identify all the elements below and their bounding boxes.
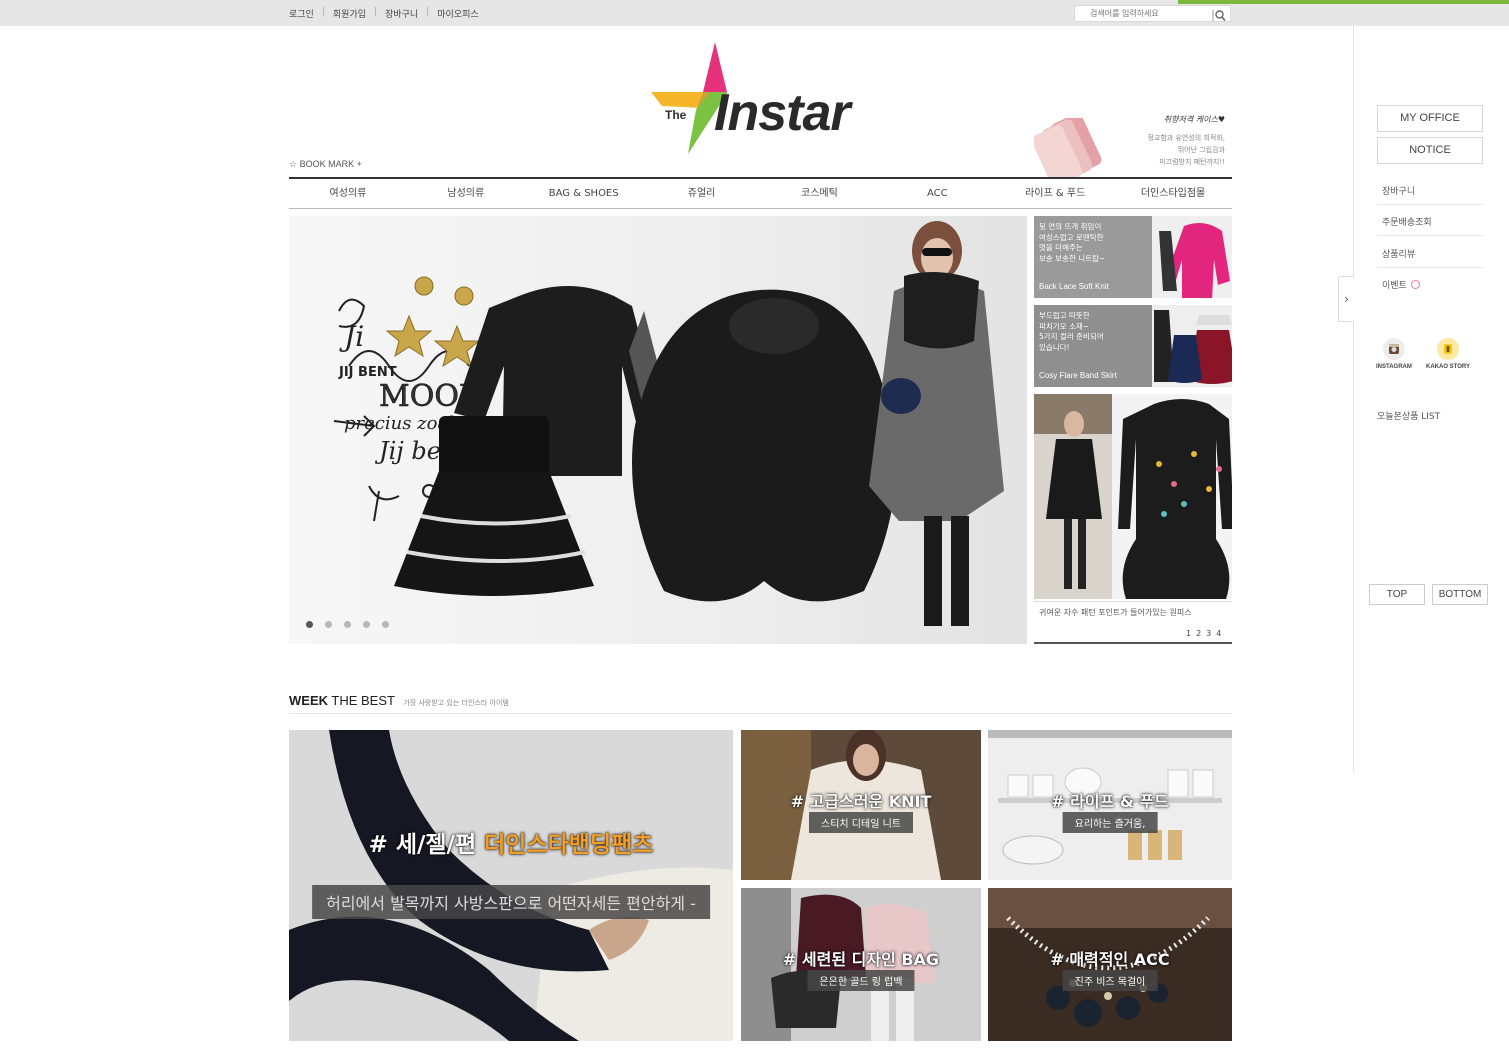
nav-item-instar-mall[interactable]: 더인스타입점몰 <box>1114 179 1232 208</box>
week-best-tile-knit[interactable]: # 고급스러운 KNIT 스티치 디테일 니트 <box>741 730 981 880</box>
side-banner-knit[interactable]: 뒷 면의 뜨개 취임이 여성스럽고 로맨틱한 멋을 더해주는 보송 보송한 니트… <box>1034 216 1232 298</box>
section-title: WEEK THE BEST 가장 사랑받고 있는 더인스타 아이템 <box>289 693 509 708</box>
nav-item-life-food[interactable]: 라이프 & 푸드 <box>996 179 1114 208</box>
kakao-story-label: KAKAO STORY <box>1426 364 1471 370</box>
week-best-tile-life[interactable]: # 라이프 & 푸드 요리하는 즐거움, <box>988 730 1232 880</box>
slider-dot[interactable] <box>344 621 351 628</box>
quick-link-label: 주문배송조회 <box>1382 218 1432 228</box>
banner-caption: Cosy Flare Band Skirt <box>1039 371 1117 380</box>
myoffice-link[interactable]: 마이오피스 <box>437 7 478 20</box>
nav-item-men[interactable]: 남성의류 <box>407 179 525 208</box>
heading-highlight: 더인스타밴딩팬츠 <box>484 832 654 858</box>
search-icon[interactable] <box>1212 7 1226 22</box>
search-box <box>1074 5 1231 22</box>
nav-item-bag-shoes[interactable]: BAG & SHOES <box>525 179 643 208</box>
quick-link-cart[interactable]: 장바구니 <box>1377 174 1483 205</box>
logo-prefix: The <box>665 108 687 122</box>
tile-heading: # 세련된 디자인 BAG <box>782 950 940 969</box>
side-banner-dress[interactable] <box>1034 394 1232 599</box>
tile-heading: # 고급스러운 KNIT <box>790 792 932 811</box>
bottom-button[interactable]: BOTTOM <box>1432 584 1488 605</box>
site-logo[interactable]: The Instar <box>648 40 878 156</box>
title-rest: THE BEST <box>331 693 395 708</box>
tile-caption: 은은한 골드 링 럽백 <box>807 970 915 991</box>
my-office-button[interactable]: MY OFFICE <box>1377 105 1483 132</box>
divider <box>1034 642 1232 644</box>
quick-link-label: 이벤트 <box>1382 281 1407 291</box>
quick-menu-toggle[interactable]: › <box>1338 276 1354 322</box>
nav-item-cosmetic[interactable]: 코스메틱 <box>761 179 879 208</box>
quick-menu-rail <box>1353 26 1354 772</box>
dress-image <box>1034 394 1232 599</box>
star-icon: ☆ <box>289 159 298 169</box>
instagram-link[interactable]: INSTAGRAM <box>1376 338 1412 370</box>
banner-caption: Back Lace Soft Knit <box>1039 282 1109 291</box>
logo-wordmark: Instar <box>714 84 851 142</box>
quick-link-review[interactable]: 상품리뷰 <box>1377 237 1483 268</box>
separator: | <box>321 7 325 17</box>
quick-link-label: 상품리뷰 <box>1382 250 1416 260</box>
main-slider[interactable]: Ji JIJ BENT MOOI precius zoals Jij ben <box>289 216 1027 644</box>
slider-dot[interactable] <box>382 621 389 628</box>
banner-text: 뒷 면의 뜨개 취임이 여성스럽고 로맨틱한 멋을 더해주는 보송 보송한 니트… <box>1039 222 1106 263</box>
svg-text:JIJ BENT: JIJ BENT <box>338 365 397 380</box>
nav-item-women[interactable]: 여성의류 <box>289 179 407 208</box>
promo-text: 정교함과 유연성의 최적화, 뛰어난 그립감과 미끄럼방지 패턴까지!! <box>1147 134 1225 166</box>
top-button[interactable]: TOP <box>1369 584 1425 605</box>
signup-link[interactable]: 회원가입 <box>333 7 366 20</box>
tile-heading: # 라이프 & 푸드 <box>1051 792 1169 811</box>
side-banner-skirt[interactable]: 부드럽고 따뜻한 피치기모 소재~ 5가지 컬러 준비되어 있습니다! Cosy… <box>1034 305 1232 387</box>
instagram-label: INSTAGRAM <box>1376 364 1412 370</box>
promo-title: 취향저격 케이스♥ <box>1163 115 1225 124</box>
tile-caption: 스티치 디테일 니트 <box>809 812 913 833</box>
slider-dot[interactable] <box>306 621 313 628</box>
side-banner-pager[interactable]: 1234 <box>1186 629 1226 638</box>
separator: | <box>426 7 430 17</box>
bookmark-link[interactable]: ☆ BOOK MARK + <box>289 159 362 170</box>
slider-dot[interactable] <box>325 621 332 628</box>
section-subtitle: 가장 사랑받고 있는 더인스타 아이템 <box>403 699 509 707</box>
nav-item-jewelry[interactable]: 쥬얼리 <box>643 179 761 208</box>
event-badge-icon <box>1410 280 1420 289</box>
accent-bar <box>1178 0 1509 4</box>
bookmark-label: BOOK MARK + <box>299 159 362 169</box>
tile-caption: 허리에서 발목까지 사방스판으로 어떤자세든 편안하게 - <box>312 885 710 919</box>
svg-text:Ji: Ji <box>339 320 364 353</box>
week-best-tile-acc[interactable]: # 매력적인 ACC 진주 비즈 목걸이 <box>988 888 1232 1041</box>
login-link[interactable]: 로그인 <box>289 7 314 20</box>
header-promo-banner[interactable]: 취향저격 케이스♥ 정교함과 유연성의 최적화, 뛰어난 그립감과 미끄럼방지 … <box>1034 110 1232 178</box>
banner-text: 부드럽고 따뜻한 피치기모 소재~ 5가지 컬러 준비되어 있습니다! <box>1039 311 1104 352</box>
slider-dot[interactable] <box>363 621 370 628</box>
main-navigation: 여성의류 남성의류 BAG & SHOES 쥬얼리 코스메틱 ACC 라이프 &… <box>289 177 1232 209</box>
week-best-tile-pants[interactable]: # 세/젤/편 더인스타밴딩팬츠 허리에서 발목까지 사방스판으로 어떤자세든 … <box>289 730 733 1041</box>
divider <box>289 713 1232 714</box>
kakao-story-link[interactable]: KAKAO STORY <box>1426 338 1470 370</box>
week-best-tile-bag[interactable]: # 세련된 디자인 BAG 은은한 골드 링 럽백 <box>741 888 981 1041</box>
search-input[interactable] <box>1075 6 1209 21</box>
tile-caption: 요리하는 즐거움, <box>1062 812 1158 833</box>
quick-link-order[interactable]: 주문배송조회 <box>1377 205 1483 236</box>
recently-viewed-list[interactable]: 오늘본상품 LIST <box>1377 409 1440 422</box>
title-bold: WEEK <box>289 693 328 708</box>
utility-links: 로그인 | 회원가입 | 장바구니 | 마이오피스 <box>289 7 479 20</box>
banner-caption: 귀여운 자수 패턴 포인트가 들어가있는 원피스 <box>1034 601 1232 623</box>
slide-image: Ji JIJ BENT MOOI precius zoals Jij ben <box>333 221 1004 626</box>
nav-item-acc[interactable]: ACC <box>878 179 996 208</box>
kakao-story-icon <box>1437 338 1459 360</box>
quick-link-label: 장바구니 <box>1382 187 1416 197</box>
heading-prefix: # 세/젤/편 <box>368 832 485 858</box>
cart-link[interactable]: 장바구니 <box>385 7 418 20</box>
instagram-icon <box>1382 338 1405 360</box>
quick-link-event[interactable]: 이벤트 <box>1377 268 1483 299</box>
phone-case-image <box>1034 118 1102 178</box>
slider-pagination <box>306 621 389 628</box>
tile-caption: 진주 비즈 목걸이 <box>1062 970 1158 991</box>
tile-heading: # 매력적인 ACC <box>1050 950 1170 969</box>
separator: | <box>374 7 378 17</box>
tile-heading: # 세/젤/편 더인스타밴딩팬츠 <box>289 825 733 859</box>
notice-button[interactable]: NOTICE <box>1377 137 1483 164</box>
